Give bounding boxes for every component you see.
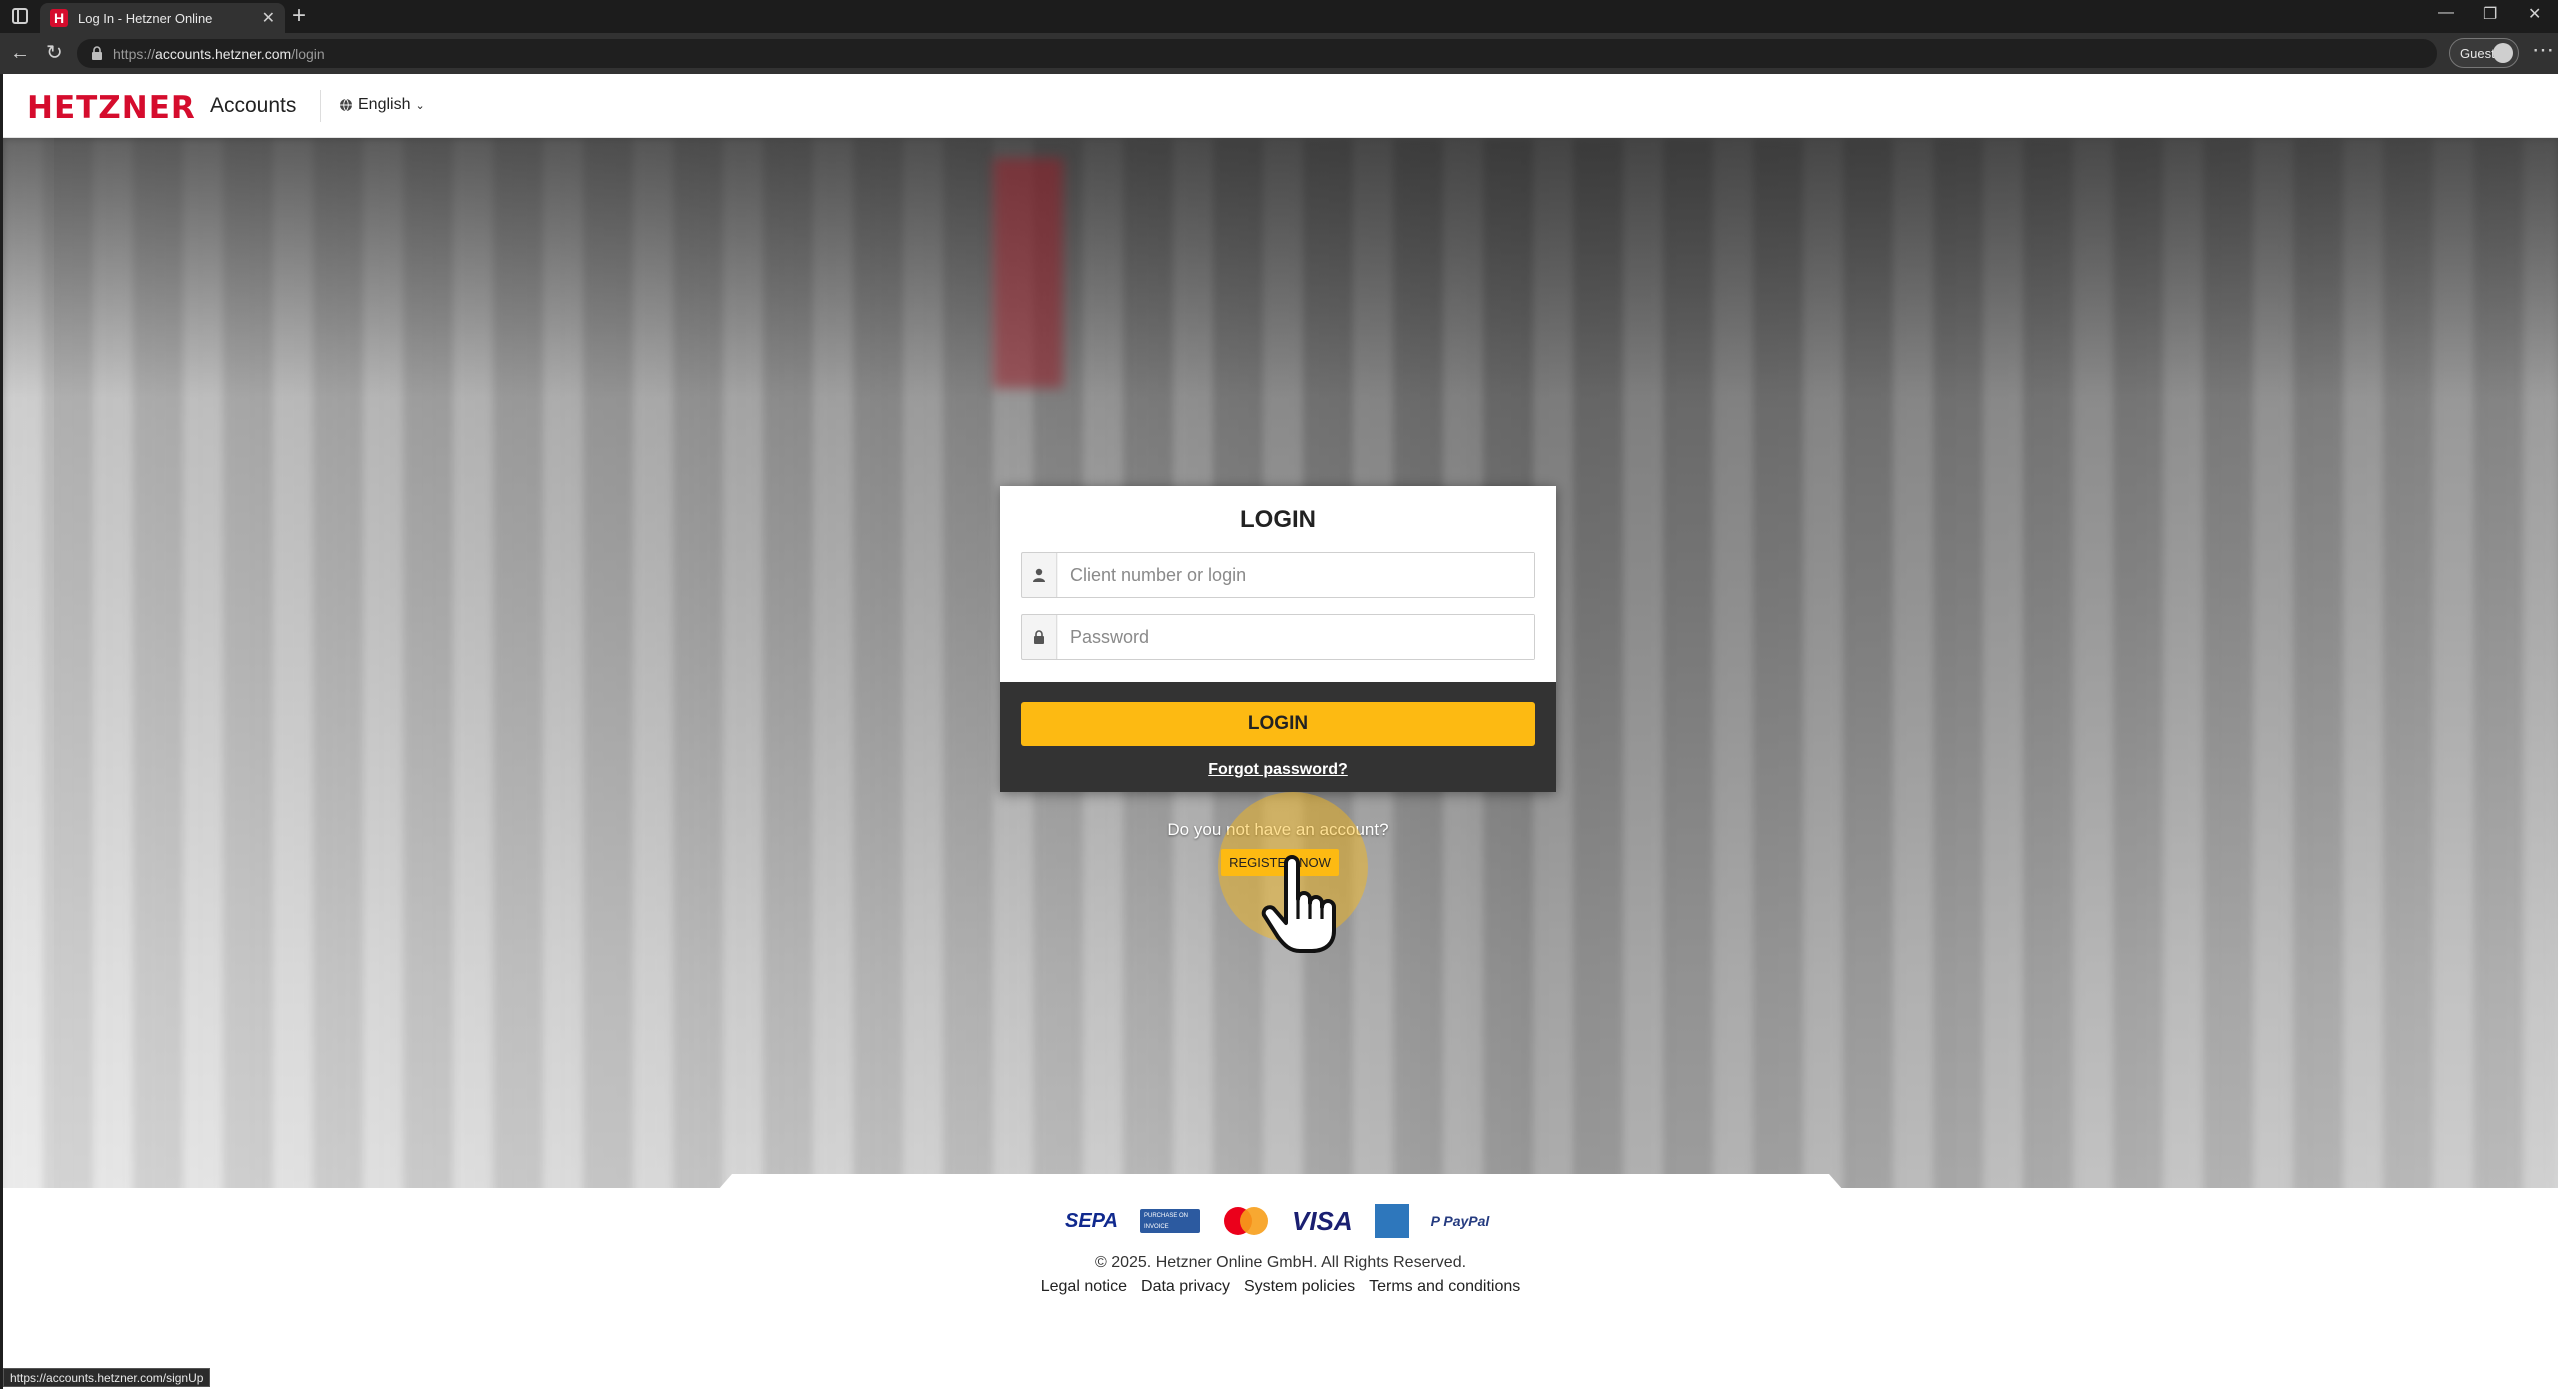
login-title: LOGIN [1240,506,1316,533]
back-icon[interactable]: ← [10,41,30,65]
sepa-logo: SEPA [1065,1209,1118,1232]
globe-icon [340,98,352,112]
accounts-label: Accounts [210,94,297,117]
footer-links: Legal notice Data privacy System policie… [3,1278,2558,1296]
profile-label: Guest [2460,46,2495,61]
password-field [1021,614,1535,660]
site-header: HETZNER Accounts English ⌄ [3,74,2558,138]
reload-icon[interactable]: ↻ [46,41,63,65]
mastercard-logo [1222,1205,1270,1237]
restore-icon[interactable]: ❐ [2483,4,2497,24]
browser-tab[interactable]: H Log In - Hetzner Online ✕ [40,3,285,33]
browser-menu-icon[interactable]: ⋯ [2532,37,2554,63]
language-label: English [358,96,411,113]
window-close-icon[interactable]: ✕ [2528,4,2541,24]
tab-overview-icon[interactable] [12,8,28,24]
chevron-down-icon: ⌄ [415,99,425,112]
footer-link-data-privacy[interactable]: Data privacy [1141,1278,1230,1296]
status-bar-url: https://accounts.hetzner.com/signUp [3,1368,211,1387]
forgot-password-link[interactable]: Forgot password? [1000,761,1556,779]
amex-logo [1374,1204,1409,1238]
username-input[interactable] [1058,553,1534,597]
page: HETZNER Accounts English ⌄ LOGIN Client … [3,74,2558,1389]
payment-methods: SEPA PURCHASE ON INVOICE VISA P PayPal [1065,1204,1489,1238]
tab-title: Log In - Hetzner Online [78,11,213,26]
hand-cursor-icon [1261,855,1336,953]
header-divider [320,90,321,122]
red-rack-blur [993,158,1063,388]
footer-link-terms[interactable]: Terms and conditions [1369,1278,1520,1296]
language-selector[interactable]: English ⌄ [339,96,425,114]
login-card: LOGIN LOGIN Forgot password? [1000,486,1556,792]
login-form-top: LOGIN [1000,486,1556,682]
tab-close-icon[interactable]: ✕ [262,8,275,28]
new-tab-icon[interactable]: + [292,2,306,30]
url-text: https://accounts.hetzner.com/login [113,46,325,62]
invoice-logo: PURCHASE ON INVOICE [1139,1209,1200,1233]
ceiling-shade [3,138,2558,398]
browser-tab-bar: H Log In - Hetzner Online ✕ + — ❐ ✕ [0,0,2558,33]
login-button[interactable]: LOGIN [1021,702,1535,746]
copyright-text: © 2025. Hetzner Online GmbH. All Rights … [1094,1254,1467,1271]
lock-icon [1022,615,1057,659]
profile-button[interactable]: Guest [2449,38,2519,68]
browser-toolbar: ← ↻ https://accounts.hetzner.com/login G… [0,33,2558,74]
password-input[interactable] [1058,615,1534,659]
avatar-icon [2493,43,2513,63]
login-form-bottom: LOGIN Forgot password? [1000,682,1556,792]
minimize-icon[interactable]: — [2438,4,2454,22]
user-icon [1022,553,1057,597]
hetzner-logo[interactable]: HETZNER [27,90,196,126]
paypal-logo: P PayPal [1430,1213,1490,1229]
footer-link-system-policies[interactable]: System policies [1244,1278,1355,1296]
username-field [1021,552,1535,598]
footer-link-legal-notice[interactable]: Legal notice [1041,1278,1127,1296]
hetzner-favicon-icon: H [50,9,68,27]
address-bar[interactable]: https://accounts.hetzner.com/login [77,39,2437,68]
site-footer: SEPA PURCHASE ON INVOICE VISA P PayPal ©… [3,1188,2558,1321]
site-info-icon[interactable] [91,46,103,60]
visa-logo: VISA [1291,1205,1353,1236]
